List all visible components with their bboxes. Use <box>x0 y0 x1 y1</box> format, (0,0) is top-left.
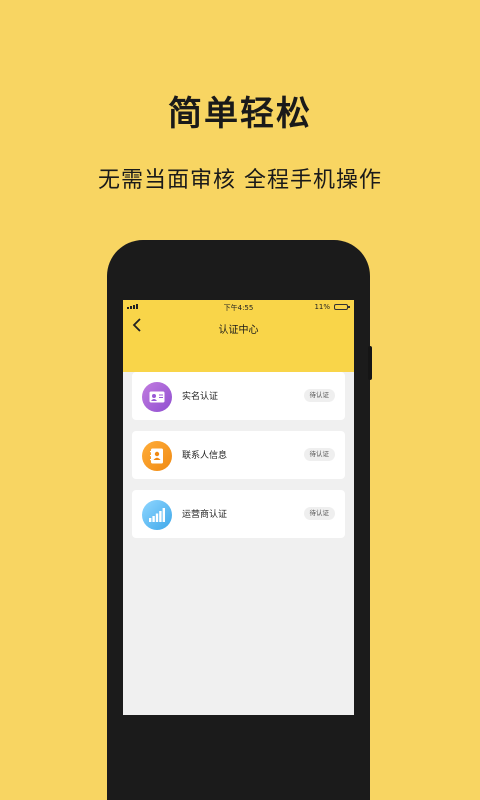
status-badge: 待认证 <box>303 507 335 520</box>
list-item-carrier[interactable]: 运营商认证 待认证 <box>132 490 345 538</box>
list-item-label: 实名认证 <box>182 392 219 402</box>
page-title: 认证中心 <box>218 325 259 336</box>
list-item-real-name[interactable]: 实名认证 待认证 <box>132 372 345 420</box>
status-bar: 下午4:55 11% <box>123 302 354 314</box>
screen-header: 下午4:55 11% 认证中心 <box>123 300 354 372</box>
list-item-label: 联系人信息 <box>182 451 228 461</box>
status-badge: 待认证 <box>303 448 335 461</box>
id-card-icon <box>142 382 172 412</box>
phone-side-button <box>368 346 372 380</box>
battery-icon <box>334 304 350 310</box>
signal-bars-icon <box>142 500 172 530</box>
subheadline: 无需当面审核 全程手机操作 <box>98 168 382 193</box>
headline: 简单轻松 <box>168 94 312 134</box>
list-item-label: 运营商认证 <box>182 510 228 520</box>
contact-book-icon <box>142 441 172 471</box>
status-badge: 待认证 <box>303 389 335 402</box>
list-item-contacts[interactable]: 联系人信息 待认证 <box>132 431 345 479</box>
phone-screen: 下午4:55 11% 认证中心 实名认证 待认证 联系人信息 待认证 运营商认证… <box>123 300 354 715</box>
battery-percent: 11% <box>314 303 330 311</box>
